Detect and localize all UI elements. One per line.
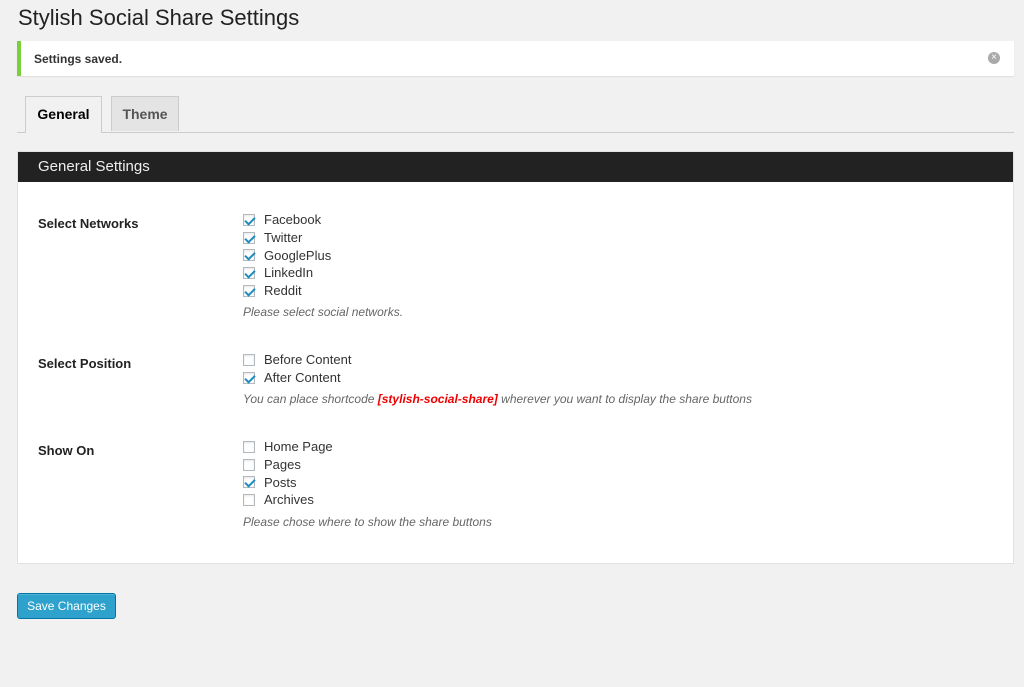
position-option-after[interactable]: After Content: [243, 369, 752, 387]
description-prefix: You can place shortcode: [243, 392, 378, 407]
facebook-checkbox[interactable]: [243, 213, 255, 226]
networks-field: Facebook Twitter GooglePlus LinkedIn Red…: [243, 211, 403, 319]
panel-title: General Settings: [18, 152, 1013, 182]
network-option-reddit[interactable]: Reddit: [243, 282, 403, 300]
home-page-checkbox[interactable]: [243, 440, 255, 453]
save-changes-button[interactable]: Save Changes: [17, 593, 116, 619]
option-label: LinkedIn: [264, 265, 314, 281]
option-label: Posts: [264, 474, 297, 490]
posts-checkbox[interactable]: [243, 476, 255, 489]
option-label: GooglePlus: [264, 247, 332, 263]
show-option-posts[interactable]: Posts: [243, 473, 492, 491]
option-label: Reddit: [264, 283, 302, 299]
tab-theme[interactable]: Theme: [111, 96, 179, 131]
linkedin-checkbox[interactable]: [243, 266, 255, 279]
network-option-twitter[interactable]: Twitter: [243, 229, 403, 247]
twitter-checkbox[interactable]: [243, 231, 255, 244]
show-on-field: Home Page Pages Posts Archives Please ch…: [243, 438, 492, 529]
option-label: Home Page: [264, 439, 333, 455]
networks-description: Please select social networks.: [243, 305, 404, 320]
position-option-before[interactable]: Before Content: [243, 351, 752, 369]
shortcode-text: [stylish-social-share]: [377, 392, 498, 407]
before-content-checkbox[interactable]: [243, 353, 255, 366]
select-position-label: Select Position: [38, 356, 132, 371]
settings-saved-notice: Settings saved. ×: [17, 41, 1014, 76]
show-option-home[interactable]: Home Page: [243, 438, 492, 456]
option-label: Before Content: [264, 352, 352, 368]
show-on-label: Show On: [38, 443, 95, 458]
option-label: After Content: [264, 370, 341, 386]
network-option-googleplus[interactable]: GooglePlus: [243, 246, 403, 264]
settings-tabs: General Theme: [17, 96, 1014, 133]
network-option-facebook[interactable]: Facebook: [243, 211, 403, 229]
after-content-checkbox[interactable]: [243, 371, 255, 384]
position-description: You can place shortcode [stylish-social-…: [243, 392, 752, 406]
option-label: Archives: [264, 492, 314, 508]
show-on-description: Please chose where to show the share but…: [243, 514, 492, 529]
show-option-archives[interactable]: Archives: [243, 491, 492, 509]
description-suffix: wherever you want to display the share b…: [497, 392, 752, 407]
network-option-linkedin[interactable]: LinkedIn: [243, 264, 403, 282]
show-option-pages[interactable]: Pages: [243, 456, 492, 474]
general-settings-panel: General Settings Select Networks Faceboo…: [17, 151, 1014, 564]
tab-general[interactable]: General: [25, 96, 102, 133]
notice-text: Settings saved.: [34, 52, 123, 66]
page-title: Stylish Social Share Settings: [18, 5, 300, 30]
option-label: Facebook: [264, 212, 322, 228]
position-field: Before Content After Content You can pla…: [243, 351, 752, 406]
option-label: Pages: [264, 457, 301, 473]
googleplus-checkbox[interactable]: [243, 249, 255, 262]
option-label: Twitter: [264, 230, 303, 246]
reddit-checkbox[interactable]: [243, 284, 255, 297]
close-circle-icon[interactable]: ×: [988, 52, 1000, 64]
select-networks-label: Select Networks: [38, 216, 139, 231]
archives-checkbox[interactable]: [243, 493, 255, 506]
pages-checkbox[interactable]: [243, 458, 255, 471]
